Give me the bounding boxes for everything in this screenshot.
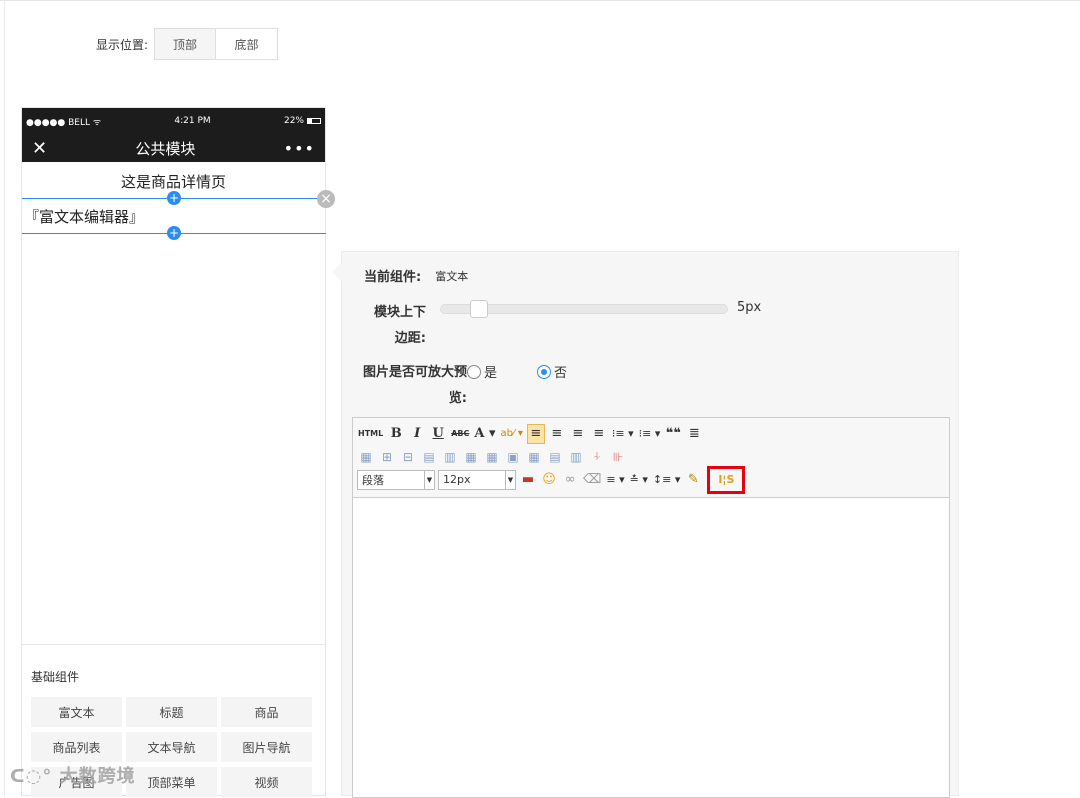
- link-icon[interactable]: ∞: [561, 470, 579, 490]
- underline-button[interactable]: U: [429, 424, 447, 444]
- component-video[interactable]: 视频: [221, 767, 312, 797]
- watermark-logo: ᑕ◌° 大数跨境: [10, 766, 136, 787]
- current-component-row: 当前组件: 富文本: [364, 266, 469, 286]
- merge-right-icon[interactable]: ▦: [525, 447, 543, 467]
- close-icon[interactable]: ✕: [32, 138, 47, 159]
- component-image-nav[interactable]: 图片导航: [221, 732, 312, 762]
- component-title[interactable]: 标题: [126, 697, 217, 727]
- status-time: 4:21 PM: [174, 116, 211, 126]
- radio-circle-icon: [467, 364, 481, 379]
- unordered-list-button[interactable]: ⁝≡ ▾: [611, 424, 635, 444]
- chevron-down-icon: ▼: [424, 470, 434, 489]
- more-icon[interactable]: •••: [284, 139, 315, 158]
- component-panel-title: 基础组件: [31, 670, 80, 684]
- current-component-label: 当前组件:: [364, 270, 422, 285]
- component-rich-text[interactable]: 富文本: [31, 697, 122, 727]
- zoom-row: 图片是否可放大预览: 是 否: [359, 360, 567, 412]
- align-justify-button[interactable]: ≡: [590, 424, 608, 444]
- html-source-button[interactable]: HTML: [357, 424, 384, 444]
- editor-content-area[interactable]: [353, 498, 949, 796]
- insert-table-icon[interactable]: ▦: [357, 447, 375, 467]
- rich-text-editor: HTML B I U ABC A ▾ ab⁄ ▾ ≡ ≡ ≡ ≡ ⁝≡ ▾ ⁝≡…: [352, 417, 950, 798]
- radio-checked-icon: [537, 364, 552, 379]
- rich-text-module[interactable]: + 『富文本编辑器』 + ×: [22, 190, 335, 240]
- delete-col-icon[interactable]: ▦: [483, 447, 501, 467]
- insert-code-icon[interactable]: I¦S: [718, 473, 734, 486]
- eraser-icon[interactable]: ⌫: [582, 470, 602, 490]
- insert-image-icon[interactable]: ▬: [519, 470, 537, 490]
- display-position-label: 显示位置:: [96, 37, 149, 52]
- italic-button[interactable]: I: [408, 424, 426, 444]
- align-left-button[interactable]: ≡: [526, 423, 545, 444]
- font-size-select[interactable]: 12px ▼: [438, 469, 516, 490]
- chevron-down-icon: ▼: [505, 470, 515, 489]
- insert-col-before-icon[interactable]: ▤: [420, 447, 438, 467]
- battery-icon: [307, 117, 321, 124]
- left-divider: [4, 0, 5, 796]
- emoji-icon[interactable]: ☺: [540, 470, 558, 490]
- align-right-button[interactable]: ≡: [569, 424, 587, 444]
- font-color-button[interactable]: A ▾: [473, 424, 496, 444]
- strikethrough-button[interactable]: ABC: [450, 424, 470, 444]
- paragraph-spacing-icon[interactable]: ≛ ▾: [629, 470, 649, 490]
- highlight-color-button[interactable]: ab⁄ ▾: [500, 424, 524, 444]
- top-divider: [0, 0, 1080, 1]
- split-cells-icon[interactable]: ▥: [567, 447, 585, 467]
- split-cols-icon[interactable]: ⊪: [609, 447, 627, 467]
- margin-value: 5px: [737, 300, 762, 315]
- battery-status: 22%: [284, 116, 321, 126]
- margin-slider[interactable]: [440, 300, 728, 318]
- line-height-icon[interactable]: ≡ ▾: [605, 470, 625, 490]
- format-painter-icon[interactable]: ✎: [684, 470, 702, 490]
- editor-toolbar: HTML B I U ABC A ▾ ab⁄ ▾ ≡ ≡ ≡ ≡ ⁝≡ ▾ ⁝≡…: [353, 418, 949, 498]
- merge-cells-icon[interactable]: ▣: [504, 447, 522, 467]
- component-text-nav[interactable]: 文本导航: [126, 732, 217, 762]
- indent-button[interactable]: ≣: [685, 424, 703, 444]
- zoom-label: 图片是否可放大预览:: [362, 365, 467, 406]
- margin-label: 模块上下边距:: [373, 305, 426, 346]
- component-product-list[interactable]: 商品列表: [31, 732, 122, 762]
- toolbar-row-2: ▦ ⊞ ⊟ ▤ ▥ ▦ ▦ ▣ ▦ ▤ ▥ ⍭ ⊪: [357, 445, 945, 468]
- paragraph-select[interactable]: 段落 ▼: [357, 469, 435, 490]
- bold-button[interactable]: B: [387, 424, 405, 444]
- position-bottom-button[interactable]: 底部: [216, 28, 279, 60]
- toolbar-row-3: 段落 ▼ 12px ▼ ▬ ☺ ∞ ⌫ ≡ ▾ ≛ ▾ ↕≡ ▾ ✎ I¦S: [357, 465, 945, 494]
- insert-row-before-icon[interactable]: ⊞: [378, 447, 396, 467]
- properties-panel: 当前组件: 富文本 模块上下边距: 5px 图片是否可放大预览: 是 否 HTM…: [332, 251, 959, 798]
- delete-module-icon[interactable]: ×: [317, 190, 335, 208]
- component-product[interactable]: 商品: [221, 697, 312, 727]
- display-position-toggle: 顶部 底部: [154, 28, 279, 60]
- merge-down-icon[interactable]: ▤: [546, 447, 564, 467]
- blockquote-button[interactable]: ❝❝: [664, 424, 682, 444]
- position-top-button[interactable]: 顶部: [154, 28, 217, 60]
- insert-row-after-icon[interactable]: ⊟: [399, 447, 417, 467]
- delete-row-icon[interactable]: ▦: [462, 447, 480, 467]
- align-center-button[interactable]: ≡: [548, 424, 566, 444]
- split-rows-icon[interactable]: ⍭: [588, 447, 606, 467]
- add-below-icon[interactable]: +: [167, 226, 181, 240]
- highlighted-tool-box: I¦S: [707, 465, 746, 494]
- phone-nav-bar: ✕ 公共模块 •••: [22, 134, 325, 162]
- zoom-no-radio[interactable]: 否: [537, 362, 567, 381]
- phone-preview: ●●●●● BELL ᯤ 4:21 PM 22% ✕ 公共模块 ••• 这是商品…: [21, 107, 335, 797]
- zoom-yes-radio[interactable]: 是: [467, 362, 497, 381]
- add-above-icon[interactable]: +: [167, 191, 181, 205]
- current-component-value: 富文本: [435, 269, 469, 283]
- phone-title: 公共模块: [135, 139, 196, 158]
- row-spacing-icon[interactable]: ↕≡ ▾: [652, 470, 681, 490]
- ordered-list-button[interactable]: ⁝≡ ▾: [638, 424, 662, 444]
- component-top-menu[interactable]: 顶部菜单: [126, 767, 217, 797]
- zoom-radio-group: 是 否: [467, 362, 607, 381]
- toolbar-row-1: HTML B I U ABC A ▾ ab⁄ ▾ ≡ ≡ ≡ ≡ ⁝≡ ▾ ⁝≡…: [357, 422, 945, 445]
- phone-status-bar: ●●●●● BELL ᯤ 4:21 PM 22%: [22, 108, 325, 134]
- insert-col-after-icon[interactable]: ▥: [441, 447, 459, 467]
- margin-slider-handle[interactable]: [469, 300, 488, 318]
- margin-row: 模块上下边距: 5px: [364, 300, 761, 352]
- carrier-signal: ●●●●● BELL ᯤ: [26, 117, 102, 128]
- display-position-row: 显示位置: 顶部 底部: [96, 28, 279, 60]
